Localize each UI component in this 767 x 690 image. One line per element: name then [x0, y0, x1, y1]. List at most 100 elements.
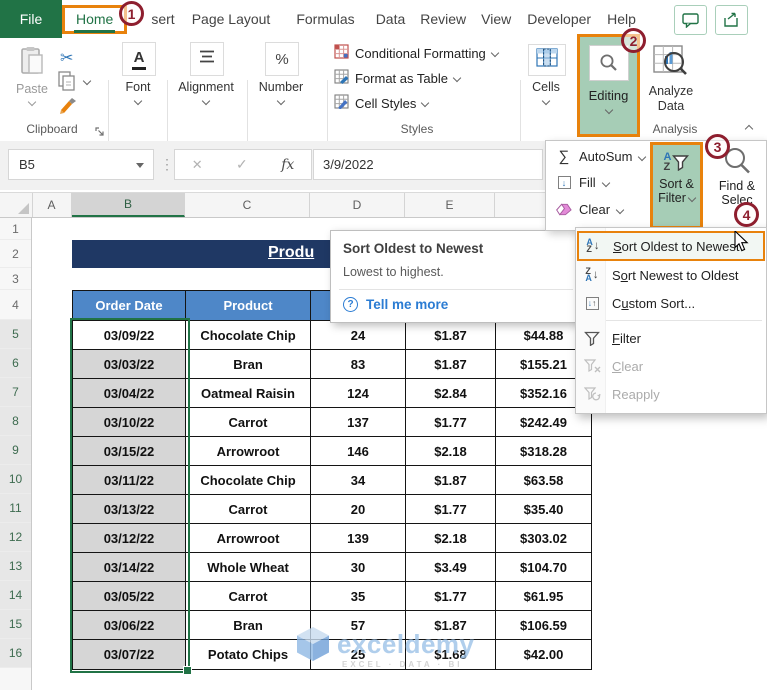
- table-cell-r12c1[interactable]: Arrowroot: [186, 524, 311, 553]
- table-cell-r13c1[interactable]: Whole Wheat: [186, 553, 311, 582]
- clear-button[interactable]: Clear: [556, 202, 625, 217]
- table-cell-r6c1[interactable]: Bran: [186, 350, 311, 379]
- tab-help[interactable]: Help: [607, 11, 636, 27]
- cancel-icon[interactable]: ✕: [192, 157, 203, 173]
- table-cell-r13c0[interactable]: 03/14/22: [73, 553, 186, 582]
- table-cell-r9c4[interactable]: $318.28: [496, 437, 591, 466]
- table-cell-r12c0[interactable]: 03/12/22: [73, 524, 186, 553]
- column-header-C[interactable]: C: [185, 193, 310, 217]
- table-cell-r8c0[interactable]: 03/10/22: [73, 408, 186, 437]
- font-dropdown-chevron[interactable]: [133, 96, 143, 106]
- table-cell-r12c4[interactable]: $303.02: [496, 524, 591, 553]
- alignment-button[interactable]: [190, 42, 224, 76]
- table-cell-r6c3[interactable]: $1.87: [406, 350, 496, 379]
- row-header-16[interactable]: 16: [0, 639, 31, 668]
- table-cell-r16c4[interactable]: $42.00: [496, 640, 591, 669]
- table-cell-r13c4[interactable]: $104.70: [496, 553, 591, 582]
- paste-dropdown-chevron[interactable]: [27, 97, 37, 107]
- tab-view[interactable]: View: [481, 11, 511, 27]
- tab-review[interactable]: Review: [420, 11, 466, 27]
- share-button[interactable]: [715, 5, 748, 35]
- table-cell-r14c4[interactable]: $61.95: [496, 582, 591, 611]
- number-button[interactable]: %: [265, 42, 299, 76]
- clipboard-dialog-launcher-icon[interactable]: [95, 124, 105, 142]
- row-header-5[interactable]: 5: [0, 320, 31, 349]
- column-header-A[interactable]: A: [32, 193, 72, 217]
- table-cell-r9c2[interactable]: 146: [311, 437, 406, 466]
- conditional-formatting-button[interactable]: Conditional Formatting: [334, 44, 500, 62]
- analyze-data-label[interactable]: Analyze Data: [640, 84, 702, 114]
- table-cell-r10c4[interactable]: $63.58: [496, 466, 591, 495]
- analyze-data-icon[interactable]: [652, 44, 688, 83]
- table-cell-r5c2[interactable]: 24: [311, 321, 406, 350]
- name-box-dropdown-icon[interactable]: [136, 163, 144, 168]
- table-cell-r5c3[interactable]: $1.87: [406, 321, 496, 350]
- table-cell-r11c3[interactable]: $1.77: [406, 495, 496, 524]
- table-cell-r7c3[interactable]: $2.84: [406, 379, 496, 408]
- tab-file[interactable]: File: [0, 0, 62, 38]
- table-cell-r15c1[interactable]: Bran: [186, 611, 311, 640]
- menu-item-sort-newest-to-oldest[interactable]: Z A ↓ Sort Newest to Oldest: [576, 261, 766, 289]
- row-header-13[interactable]: 13: [0, 552, 31, 581]
- tab-data[interactable]: Data: [376, 11, 406, 27]
- table-cell-r14c3[interactable]: $1.77: [406, 582, 496, 611]
- table-cell-r15c2[interactable]: 57: [311, 611, 406, 640]
- row-header-4[interactable]: 4: [0, 290, 31, 320]
- formula-input[interactable]: 3/9/2022: [313, 149, 543, 180]
- table-cell-r12c3[interactable]: $2.18: [406, 524, 496, 553]
- table-cell-r10c0[interactable]: 03/11/22: [73, 466, 186, 495]
- menu-item-custom-sort[interactable]: ↓ ↑ Custom Sort...: [576, 289, 766, 317]
- table-cell-r8c3[interactable]: $1.77: [406, 408, 496, 437]
- table-cell-r11c0[interactable]: 03/13/22: [73, 495, 186, 524]
- table-cell-r10c3[interactable]: $1.87: [406, 466, 496, 495]
- select-all-corner[interactable]: [0, 193, 33, 217]
- table-cell-r6c0[interactable]: 03/03/22: [73, 350, 186, 379]
- cut-icon[interactable]: ✂: [60, 48, 73, 68]
- column-header-E[interactable]: E: [405, 193, 495, 217]
- table-cell-r7c0[interactable]: 03/04/22: [73, 379, 186, 408]
- paste-icon[interactable]: [20, 46, 44, 81]
- row-header-6[interactable]: 6: [0, 349, 31, 378]
- cells-button[interactable]: [528, 44, 566, 76]
- format-painter-icon[interactable]: [58, 96, 78, 121]
- table-header-Order Date[interactable]: Order Date: [73, 291, 186, 321]
- enter-icon[interactable]: ✓: [236, 156, 248, 173]
- copy-dropdown-chevron[interactable]: [82, 76, 92, 86]
- table-cell-r16c2[interactable]: 25: [311, 640, 406, 669]
- row-header-14[interactable]: 14: [0, 581, 31, 610]
- table-cell-r16c0[interactable]: 03/07/22: [73, 640, 186, 669]
- formula-bar-grip-icon[interactable]: ⋮: [160, 156, 174, 173]
- format-as-table-button[interactable]: Format as Table: [334, 69, 462, 87]
- table-cell-r15c0[interactable]: 03/06/22: [73, 611, 186, 640]
- table-cell-r5c0[interactable]: 03/09/22: [73, 321, 186, 350]
- row-header-15[interactable]: 15: [0, 610, 31, 639]
- table-cell-r7c1[interactable]: Oatmeal Raisin: [186, 379, 311, 408]
- insert-function-icon[interactable]: fx: [281, 157, 294, 173]
- tab-home[interactable]: Home: [62, 4, 128, 34]
- autosum-button[interactable]: ∑ AutoSum: [556, 148, 647, 165]
- table-cell-r14c1[interactable]: Carrot: [186, 582, 311, 611]
- table-cell-r8c1[interactable]: Carrot: [186, 408, 311, 437]
- row-header-2[interactable]: 2: [0, 240, 31, 268]
- fill-button[interactable]: ↓ Fill: [556, 175, 610, 190]
- table-cell-r16c3[interactable]: $1.68: [406, 640, 496, 669]
- table-cell-r15c3[interactable]: $1.87: [406, 611, 496, 640]
- alignment-dropdown-chevron[interactable]: [201, 96, 211, 106]
- cell-styles-button[interactable]: Cell Styles: [334, 94, 430, 112]
- row-header-1[interactable]: 1: [0, 218, 31, 240]
- tab-developer[interactable]: Developer: [527, 11, 591, 27]
- row-header-12[interactable]: 12: [0, 523, 31, 552]
- number-dropdown-chevron[interactable]: [276, 96, 286, 106]
- table-cell-r6c2[interactable]: 83: [311, 350, 406, 379]
- table-cell-r11c2[interactable]: 20: [311, 495, 406, 524]
- row-header-9[interactable]: 9: [0, 436, 31, 465]
- table-cell-r14c0[interactable]: 03/05/22: [73, 582, 186, 611]
- table-cell-r5c1[interactable]: Chocolate Chip: [186, 321, 311, 350]
- row-header-10[interactable]: 10: [0, 465, 31, 494]
- row-header-11[interactable]: 11: [0, 494, 31, 523]
- tab-sert[interactable]: sert: [151, 11, 174, 27]
- table-cell-r16c1[interactable]: Potato Chips: [186, 640, 311, 669]
- tell-me-more-link[interactable]: ? Tell me more: [343, 297, 569, 312]
- table-cell-r10c1[interactable]: Chocolate Chip: [186, 466, 311, 495]
- table-cell-r9c3[interactable]: $2.18: [406, 437, 496, 466]
